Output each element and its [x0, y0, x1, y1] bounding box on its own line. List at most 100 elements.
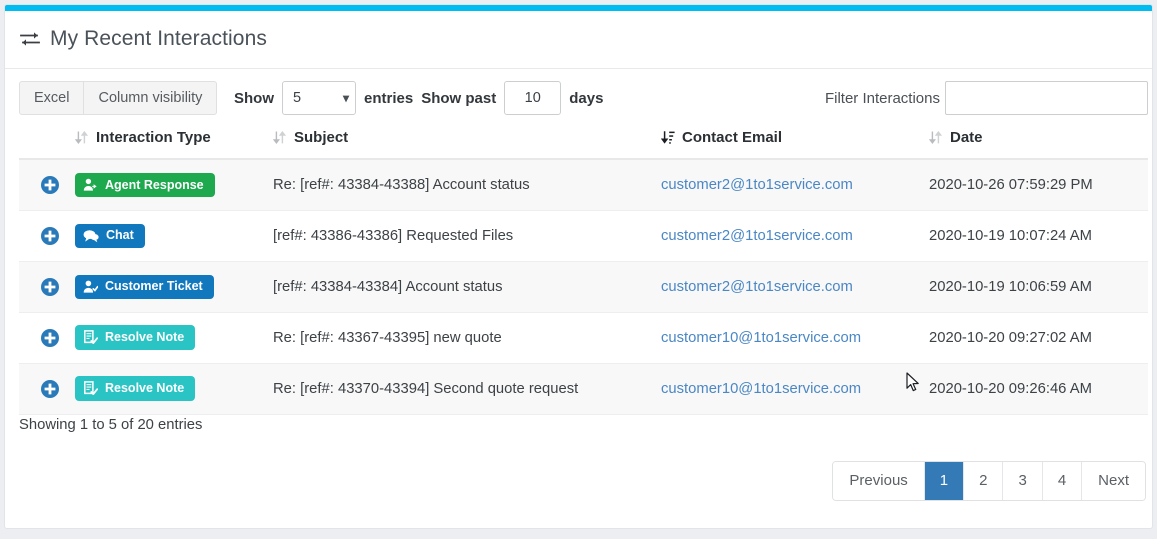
subject-cell: Re: [ref#: 43370-43394] Second quote req… [269, 363, 657, 415]
pagination-previous[interactable]: Previous [833, 462, 925, 500]
page-length-select[interactable]: 5 [282, 81, 356, 115]
expand-cell [19, 159, 71, 211]
interaction-type-cell: Chat [71, 210, 269, 262]
interaction-type-cell: Customer Ticket [71, 261, 269, 313]
interaction-type-cell: Resolve Note [71, 312, 269, 364]
subject-cell: [ref#: 43386-43386] Requested Files [269, 210, 657, 262]
column-header-label: Interaction Type [96, 129, 211, 146]
resolve-note-icon [83, 381, 98, 396]
pagination-page-3[interactable]: 3 [1003, 462, 1043, 500]
badge-label: Agent Response [105, 177, 204, 192]
agent-response-icon [83, 178, 98, 192]
excel-export-button[interactable]: Excel [19, 81, 85, 116]
sort-none-icon [272, 130, 287, 145]
badge-label: Resolve Note [105, 330, 185, 345]
badge-label: Chat [106, 228, 134, 243]
table-toolbar: Excel Column visibility Show 5 ▾ entries… [5, 69, 1152, 121]
expand-cell [19, 261, 71, 313]
interaction-type-cell: Agent Response [71, 159, 269, 211]
pagination-page-2[interactable]: 2 [964, 462, 1004, 500]
interaction-type-cell: Resolve Note [71, 363, 269, 415]
contact-email-link[interactable]: customer2@1to1service.com [661, 177, 853, 193]
subject-cell: Re: [ref#: 43384-43388] Account status [269, 159, 657, 211]
table-head: Interaction Type Subject Contact Email D… [19, 121, 1148, 160]
expand-cell [19, 312, 71, 364]
contact-email-cell: customer10@1to1service.com [657, 312, 925, 364]
expand-cell [19, 210, 71, 262]
date-cell: 2020-10-19 10:06:59 AM [925, 261, 1148, 313]
column-header-label: Date [950, 129, 983, 146]
pagination-page-4[interactable]: 4 [1042, 462, 1083, 500]
column-header-label: Contact Email [682, 129, 783, 146]
interaction-type-badge[interactable]: Resolve Note [75, 376, 196, 401]
sort-none-icon [928, 130, 943, 145]
date-cell: 2020-10-26 07:59:29 PM [925, 159, 1148, 211]
plus-circle-icon[interactable] [40, 226, 60, 246]
interaction-type-badge[interactable]: Customer Ticket [75, 274, 214, 299]
contact-email-link[interactable]: customer10@1to1service.com [661, 330, 861, 346]
filter-input[interactable] [945, 81, 1148, 115]
date-cell: 2020-10-20 09:27:02 AM [925, 312, 1148, 364]
pagination-page-1[interactable]: 1 [924, 462, 965, 500]
column-header-label: Subject [294, 129, 349, 146]
table-header-row: Interaction Type Subject Contact Email D… [19, 121, 1148, 160]
subject-cell: [ref#: 43384-43384] Account status [269, 261, 657, 313]
resolve-note-icon [83, 330, 98, 345]
column-header-interaction-type[interactable]: Interaction Type [71, 121, 269, 160]
sort-descending-icon [660, 130, 675, 145]
badge-label: Customer Ticket [105, 279, 203, 294]
subject-cell: Re: [ref#: 43367-43395] new quote [269, 312, 657, 364]
filter-label: Filter Interactions [824, 89, 940, 107]
interaction-type-badge[interactable]: Chat [75, 223, 145, 248]
contact-email-link[interactable]: customer10@1to1service.com [661, 381, 861, 397]
show-entries-group: Show 5 ▾ entries Show past days [234, 81, 603, 115]
table-body: Agent Response Re: [ref#: 43384-43388] Ac… [19, 159, 1148, 415]
date-cell: 2020-10-20 09:26:46 AM [925, 363, 1148, 415]
table-row: Customer Ticket [ref#: 43384-43384] Accou… [19, 261, 1148, 313]
contact-email-cell: customer2@1to1service.com [657, 210, 925, 262]
column-header-date[interactable]: Date [925, 121, 1148, 160]
export-button-group: Excel Column visibility [19, 81, 218, 116]
pagination: Previous 1 2 3 4 Next [832, 461, 1146, 501]
filter-group: Filter Interactions [825, 81, 1148, 115]
page-title: My Recent Interactions [50, 27, 267, 50]
plus-circle-icon[interactable] [40, 379, 60, 399]
card-header: My Recent Interactions [5, 11, 1152, 69]
table-row: Resolve Note Re: [ref#: 43367-43395] new … [19, 312, 1148, 364]
pagination-next[interactable]: Next [1082, 462, 1145, 500]
chat-bubble-icon [83, 229, 99, 243]
column-header-contact-email[interactable]: Contact Email [657, 121, 925, 160]
days-input[interactable] [504, 81, 562, 115]
interaction-type-badge[interactable]: Resolve Note [75, 325, 196, 350]
column-visibility-button[interactable]: Column visibility [84, 81, 218, 116]
column-header-expand [19, 121, 71, 160]
interactions-table: Interaction Type Subject Contact Email D… [19, 121, 1148, 415]
customer-ticket-icon [83, 280, 98, 294]
interaction-type-badge[interactable]: Agent Response [75, 172, 215, 197]
table-row: Agent Response Re: [ref#: 43384-43388] Ac… [19, 159, 1148, 211]
column-header-subject[interactable]: Subject [269, 121, 657, 160]
contact-email-link[interactable]: customer2@1to1service.com [661, 228, 853, 244]
table-row: Resolve Note Re: [ref#: 43370-43394] Seco… [19, 363, 1148, 415]
date-cell: 2020-10-19 10:07:24 AM [925, 210, 1148, 262]
interactions-card: My Recent Interactions Excel Column visi… [4, 4, 1153, 529]
contact-email-cell: customer2@1to1service.com [657, 159, 925, 211]
badge-label: Resolve Note [105, 381, 185, 396]
sort-none-icon [74, 130, 89, 145]
entries-label: entries [364, 89, 414, 107]
plus-circle-icon[interactable] [40, 175, 60, 195]
show-past-label: Show past [421, 89, 497, 107]
contact-email-link[interactable]: customer2@1to1service.com [661, 279, 853, 295]
days-label: days [569, 89, 604, 107]
exchange-arrows-icon [19, 28, 41, 50]
page-root: My Recent Interactions Excel Column visi… [0, 0, 1157, 539]
title-wrap: My Recent Interactions [19, 27, 267, 51]
plus-circle-icon[interactable] [40, 328, 60, 348]
plus-circle-icon[interactable] [40, 277, 60, 297]
show-label: Show [234, 89, 274, 107]
table-row: Chat [ref#: 43386-43386] Requested Files c… [19, 210, 1148, 262]
contact-email-cell: customer10@1to1service.com [657, 363, 925, 415]
page-length-wrap: 5 ▾ [282, 81, 356, 115]
expand-cell [19, 363, 71, 415]
table-info: Showing 1 to 5 of 20 entries [19, 417, 203, 433]
